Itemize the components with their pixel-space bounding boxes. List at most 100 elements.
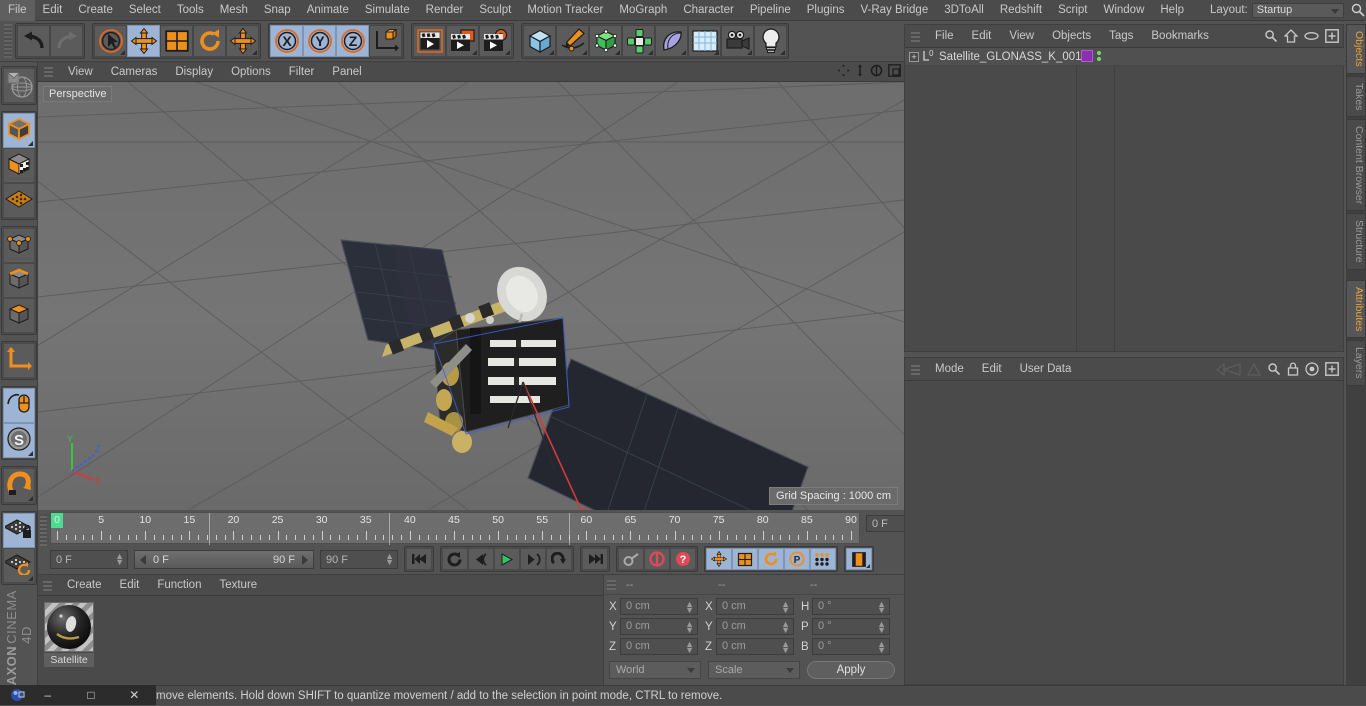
menu-redshift[interactable]: Redshift	[992, 0, 1050, 21]
soft-selection-button[interactable]: S	[2, 423, 35, 458]
lock-x-axis[interactable]: X	[270, 25, 303, 57]
previous-frame-button[interactable]	[468, 548, 494, 570]
lock-y-axis[interactable]: Y	[303, 25, 336, 57]
menu-plugins[interactable]: Plugins	[799, 0, 853, 21]
spinner-icon[interactable]: ▲▼	[877, 640, 886, 655]
spinner-icon[interactable]: ▲▼	[685, 640, 694, 655]
material-menu-texture[interactable]: Texture	[210, 575, 266, 596]
texture-mode-button[interactable]	[2, 148, 35, 183]
select-tool[interactable]	[94, 25, 127, 57]
add-scene-button[interactable]	[688, 25, 721, 57]
spinner-icon[interactable]: ▲▼	[877, 620, 886, 635]
rotate-view-icon[interactable]	[870, 64, 883, 80]
add-light-button[interactable]	[754, 25, 787, 57]
material-menu-edit[interactable]: Edit	[111, 575, 149, 596]
attribute-manager-body[interactable]	[905, 381, 1343, 684]
viewport-3d[interactable]: Perspective Grid Spacing : 1000 cm Y X Z	[38, 82, 904, 510]
menu-edit[interactable]: Edit	[35, 0, 71, 21]
enable-axis-button[interactable]	[2, 388, 35, 423]
add-spline-button[interactable]	[556, 25, 589, 57]
spinner-icon[interactable]: ▲▼	[385, 551, 394, 566]
tab-objects[interactable]: Objects	[1346, 24, 1366, 74]
toolbar-grip[interactable]	[4, 24, 12, 58]
go-to-end-button[interactable]	[582, 548, 608, 570]
parameter-key-button[interactable]: P	[784, 548, 810, 570]
pla-key-button[interactable]	[810, 548, 836, 570]
timeline-ruler[interactable]: 0 5 10 15 20 25 30 35 40 45 50 55 60 65 70 75 80 85 90	[50, 512, 860, 545]
spinner-icon[interactable]: ▲▼	[877, 600, 886, 615]
preview-range-bar[interactable]: 0 F 90 F	[134, 549, 314, 569]
search-icon[interactable]	[1267, 362, 1281, 379]
play-backwards-button[interactable]	[442, 548, 468, 570]
viewport-menu-options[interactable]: Options	[222, 62, 280, 82]
menu-help[interactable]: Help	[1152, 0, 1192, 21]
render-settings-button[interactable]	[479, 25, 512, 57]
c4d-app-icon[interactable]	[10, 687, 26, 703]
tab-content-browser[interactable]: Content Browser	[1346, 119, 1366, 212]
material-manager-grip[interactable]	[43, 579, 52, 591]
rotate-tool[interactable]	[193, 25, 226, 57]
edges-mode-button[interactable]	[2, 263, 35, 298]
menu-mesh[interactable]: Mesh	[212, 0, 256, 21]
material-item[interactable]: Satellite	[44, 602, 94, 667]
material-menu-create[interactable]: Create	[58, 575, 111, 596]
menu-tools[interactable]: Tools	[169, 0, 212, 21]
menu-simulate[interactable]: Simulate	[357, 0, 418, 21]
material-manager-body[interactable]: Satellite	[38, 596, 603, 686]
menu-mograph[interactable]: MoGraph	[611, 0, 675, 21]
menu-file[interactable]: File	[0, 0, 35, 21]
attribute-menu-user-data[interactable]: User Data	[1011, 358, 1081, 381]
maximize-button[interactable]: □	[69, 688, 112, 702]
viewport-menu-display[interactable]: Display	[166, 62, 222, 82]
viewport-menu-view[interactable]: View	[59, 62, 102, 82]
object-axis-button[interactable]	[2, 343, 35, 378]
scale-key-button[interactable]	[732, 548, 758, 570]
menu-script[interactable]: Script	[1050, 0, 1095, 21]
visibility-dots-icon[interactable]	[1097, 51, 1101, 61]
attribute-menu-mode[interactable]: Mode	[926, 358, 973, 381]
viewport-grip[interactable]	[44, 66, 53, 77]
spinner-icon[interactable]: ▲▼	[781, 620, 790, 635]
autokeying-button[interactable]	[644, 548, 670, 570]
search-icon[interactable]	[1350, 2, 1366, 18]
tab-takes[interactable]: Takes	[1346, 75, 1366, 118]
timeline-filmstrip-button[interactable]	[846, 548, 872, 570]
scale-tool[interactable]	[160, 25, 193, 57]
spinner-icon[interactable]: ▲▼	[115, 551, 124, 566]
workplane-lock-button[interactable]	[2, 513, 35, 548]
attribute-menu-edit[interactable]: Edit	[973, 358, 1011, 381]
viewport-menu-panel[interactable]: Panel	[323, 62, 370, 82]
add-deformer-button[interactable]	[655, 25, 688, 57]
coordinates-grip[interactable]	[607, 579, 616, 590]
material-menu-function[interactable]: Function	[148, 575, 210, 596]
object-menu-view[interactable]: View	[1000, 25, 1043, 48]
move-tool[interactable]	[127, 25, 160, 57]
coordinate-system-dropdown[interactable]: World	[609, 661, 701, 679]
add-camera-button[interactable]	[721, 25, 754, 57]
size-y-field[interactable]: 0 cm ▲ ▼	[716, 618, 794, 635]
back-nav-icon[interactable]	[1215, 362, 1241, 379]
maximize-view-icon[interactable]	[888, 64, 901, 80]
home-icon[interactable]	[1283, 29, 1299, 46]
object-menu-edit[interactable]: Edit	[963, 25, 1001, 48]
menu-animate[interactable]: Animate	[299, 0, 357, 21]
search-icon[interactable]	[1264, 29, 1278, 46]
viewport-menu-cameras[interactable]: Cameras	[102, 62, 167, 82]
range-right-arrow-icon[interactable]	[302, 554, 308, 565]
polygons-mode-button[interactable]	[2, 298, 35, 333]
pan-icon[interactable]	[837, 64, 850, 80]
workplane-button[interactable]	[2, 183, 35, 218]
attribute-manager-grip[interactable]	[911, 363, 920, 375]
spinner-icon[interactable]: ▲▼	[781, 640, 790, 655]
add-array-button[interactable]	[622, 25, 655, 57]
size-z-field[interactable]: 0 cm ▲ ▼	[716, 638, 794, 655]
points-mode-button[interactable]	[2, 228, 35, 263]
object-row[interactable]: + 0 Satellite_GLONASS_K_001	[905, 48, 1345, 66]
position-y-field[interactable]: 0 cm ▲ ▼	[620, 618, 698, 635]
transform-mode-dropdown[interactable]: Scale	[708, 661, 800, 679]
apply-button[interactable]: Apply	[807, 661, 895, 679]
range-left-arrow-icon[interactable]	[140, 554, 146, 565]
layout-dropdown[interactable]: Startup	[1251, 2, 1344, 18]
close-button[interactable]: ✕	[113, 688, 156, 702]
object-menu-bookmarks[interactable]: Bookmarks	[1142, 25, 1218, 48]
